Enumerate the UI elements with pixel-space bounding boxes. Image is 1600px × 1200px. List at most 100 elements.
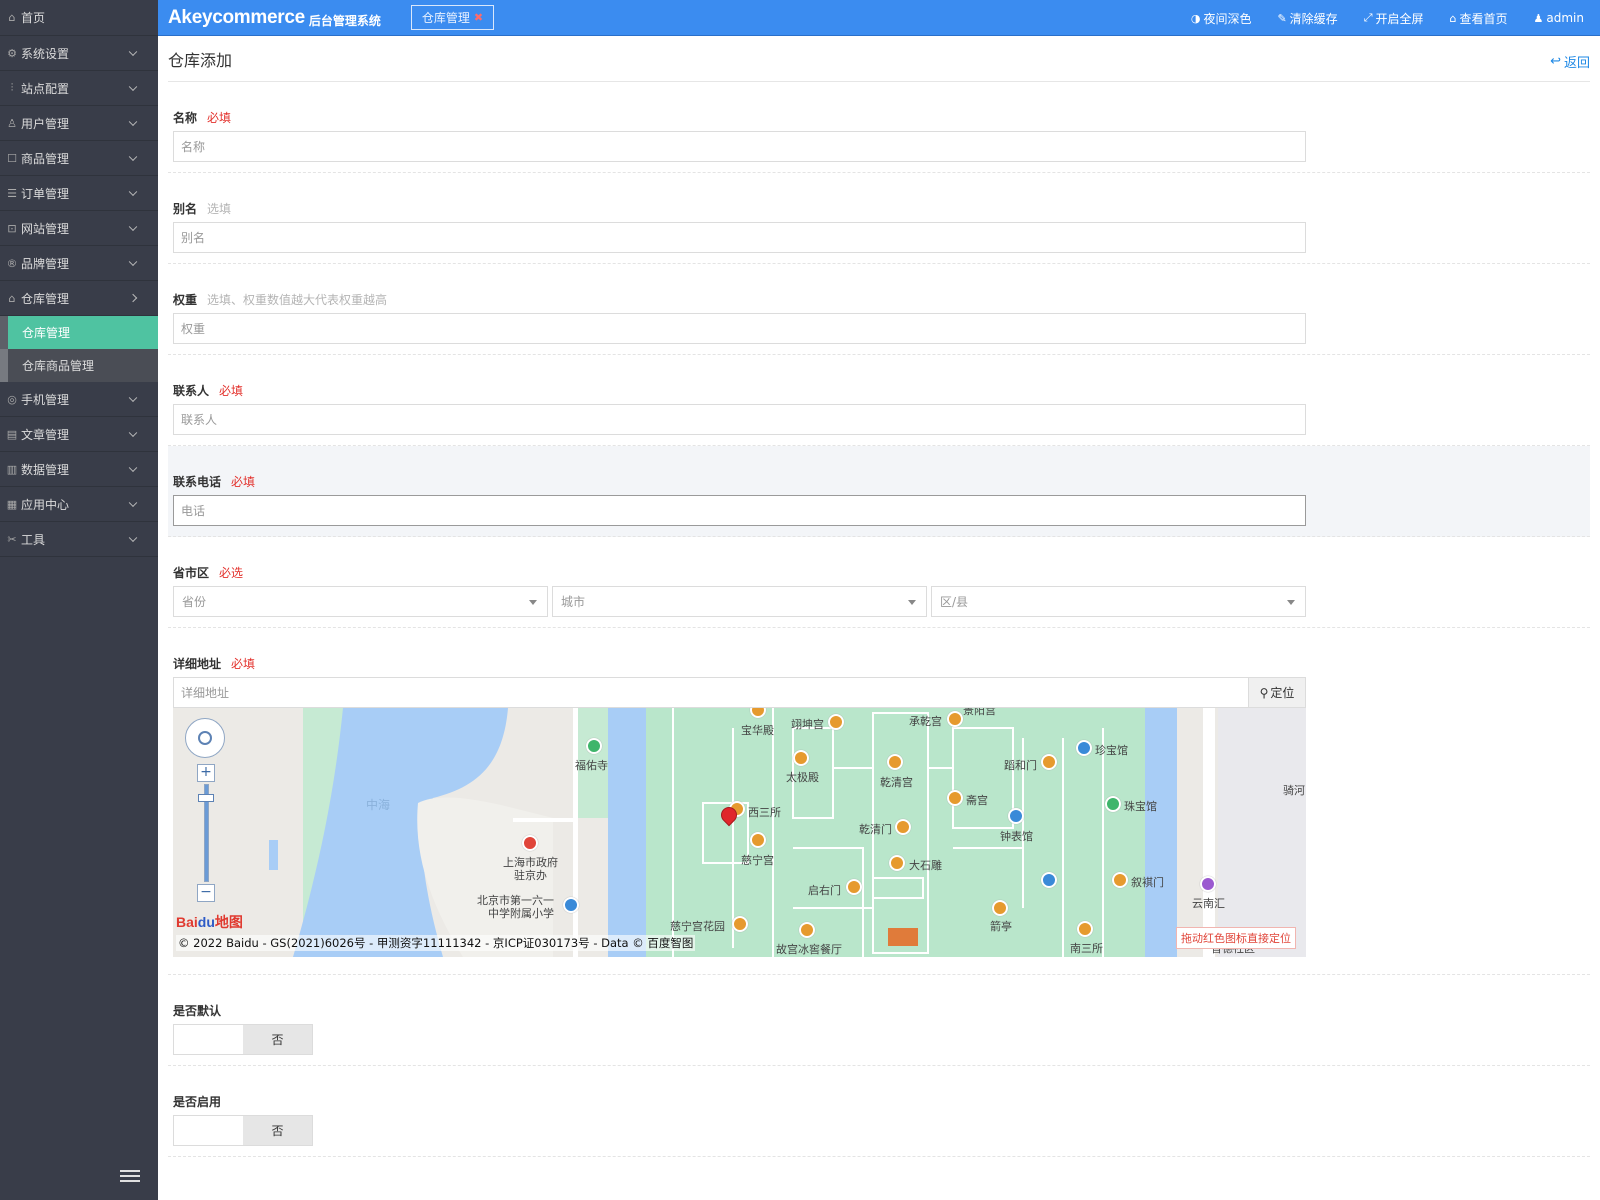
zoom-in-button[interactable]: +: [197, 764, 215, 782]
map-label: 西三所: [748, 806, 781, 819]
header-button[interactable]: ⤢ 开启全屏: [1364, 10, 1424, 27]
sidebar-item[interactable]: ® 品牌管理: [0, 246, 158, 281]
province-select[interactable]: 省份: [173, 586, 548, 617]
sidebar-item[interactable]: ⫶ 站点配置: [0, 71, 158, 106]
district-select[interactable]: 区/县: [931, 586, 1306, 617]
map-pan-control[interactable]: [185, 718, 225, 758]
map-label: 叙褀门: [1131, 876, 1164, 889]
default-switch-label: 否: [243, 1025, 312, 1054]
alias-input[interactable]: 别名: [173, 222, 1306, 253]
chevron-down-icon: [128, 428, 138, 438]
contact-input[interactable]: 联系人: [173, 404, 1306, 435]
sidebar-toggle-icon[interactable]: [120, 1170, 140, 1186]
header-button[interactable]: ✎ 清除缓存: [1277, 10, 1337, 27]
map-label: 宝华殿: [741, 724, 774, 737]
sidebar-item[interactable]: ⚙ 系统设置: [0, 36, 158, 71]
museum-icon: [1041, 872, 1057, 888]
map-label: 钟表馆: [1000, 830, 1033, 843]
sidebar-item[interactable]: ▤ 文章管理: [0, 417, 158, 452]
sidebar-item-label: 用户管理: [21, 116, 70, 131]
contact-field-group: 联系人 必填 联系人: [168, 355, 1590, 446]
sidebar-item[interactable]: ◎ 手机管理: [0, 382, 158, 417]
sidebar-item[interactable]: ☰ 订单管理: [0, 176, 158, 211]
header-button[interactable]: ◑ 夜间深色: [1191, 10, 1252, 27]
main-content: 仓库添加 ↩ 返回 名称 必填 名称 别名 选填 别名 权重 选填、权重数值越大代表权…: [158, 36, 1600, 1200]
close-icon[interactable]: ✖: [474, 11, 483, 24]
sidebar-item[interactable]: ✂ 工具: [0, 522, 158, 557]
museum-icon: [1105, 796, 1121, 812]
header-button-label: 清除缓存: [1289, 11, 1338, 26]
user-icon: ♙: [7, 116, 17, 130]
sidebar-item[interactable]: ♙ 用户管理: [0, 106, 158, 141]
header-button-label: 开启全屏: [1375, 11, 1424, 26]
header-button[interactable]: ♟ admin: [1534, 11, 1584, 25]
switch-track: [174, 1025, 243, 1054]
zoom-slider-handle[interactable]: [198, 794, 214, 802]
enabled-label: 是否启用: [173, 1095, 222, 1109]
palace-icon: [895, 819, 911, 835]
sidebar-item-label: 订单管理: [21, 186, 70, 201]
header-button[interactable]: ⌂ 查看首页: [1450, 10, 1508, 27]
brush-icon: ✎: [1277, 11, 1287, 25]
brand-logo: Akeycommerce: [168, 6, 305, 28]
palace-icon: [828, 714, 844, 730]
alias-field-group: 别名 选填 别名: [168, 173, 1590, 264]
zoom-out-button[interactable]: −: [197, 884, 215, 902]
sidebar-subitem[interactable]: 仓库管理: [0, 316, 158, 349]
required-tip: 必选: [219, 566, 244, 580]
page-title: 仓库添加: [168, 50, 233, 70]
enabled-switch[interactable]: 否: [173, 1115, 313, 1146]
phone-label: 联系电话: [173, 475, 222, 489]
weight-input[interactable]: 权重: [173, 313, 1306, 344]
map-label: 太极殿: [786, 771, 819, 784]
city-select[interactable]: 城市: [552, 586, 927, 617]
museum-icon: [1076, 740, 1092, 756]
sidebar-item-label: 数据管理: [21, 462, 70, 477]
map-pin-icon: ⚲: [1259, 685, 1269, 700]
required-tip: 必填: [231, 657, 256, 671]
sliders-icon: ⫶: [10, 81, 14, 94]
phone-input[interactable]: 电话: [173, 495, 1306, 526]
default-label: 是否默认: [173, 1004, 222, 1018]
chevron-down-icon: [128, 498, 138, 508]
city-value: 城市: [561, 595, 586, 609]
park-icon: [586, 738, 602, 754]
sidebar-item[interactable]: ⊡ 网站管理: [0, 211, 158, 246]
logo-suffix: 地图: [214, 914, 243, 930]
goods-icon: ☐: [7, 151, 17, 165]
chevron-down-icon: [128, 82, 138, 92]
enabled-field-group: 是否启用 否: [168, 1066, 1590, 1157]
required-tip: 必填: [219, 384, 244, 398]
map-label: 珍宝馆: [1095, 744, 1128, 757]
sidebar-item[interactable]: ▦ 应用中心: [0, 487, 158, 522]
sidebar-subitem[interactable]: 仓库商品管理: [0, 349, 158, 382]
address-input[interactable]: 详细地址: [173, 677, 1249, 708]
map-label: 中海: [366, 798, 391, 812]
article-icon: ▤: [6, 427, 18, 441]
locate-button[interactable]: ⚲ 定位: [1249, 677, 1306, 708]
map-label: 承乾宫: [909, 715, 942, 728]
sidebar-item[interactable]: ⌂ 仓库管理: [0, 281, 158, 316]
sidebar-item[interactable]: ▥ 数据管理: [0, 452, 158, 487]
sidebar-item-label: 应用中心: [21, 497, 70, 512]
sidebar-item[interactable]: ☐ 商品管理: [0, 141, 158, 176]
back-button[interactable]: ↩ 返回: [1550, 52, 1590, 71]
enabled-switch-label: 否: [243, 1116, 312, 1145]
chevron-down-icon: [128, 117, 138, 127]
palace-icon: [793, 750, 809, 766]
name-input[interactable]: 名称: [173, 131, 1306, 162]
palace-icon: [1041, 754, 1057, 770]
chevron-down-icon: [128, 47, 138, 57]
order-icon: ☰: [7, 186, 17, 200]
sidebar-item[interactable]: ⌂ 首页: [0, 0, 158, 36]
optional-tip: 选填: [207, 202, 232, 216]
map-label: 乾清宫: [880, 776, 913, 789]
sidebar-item-label: 品牌管理: [21, 256, 70, 271]
default-switch[interactable]: 否: [173, 1024, 313, 1055]
default-field-group: 是否默认 否: [168, 975, 1590, 1066]
tab-warehouse[interactable]: 仓库管理 ✖: [410, 5, 495, 30]
home-icon: ⌂: [1449, 11, 1457, 25]
chevron-down-icon: [128, 152, 138, 162]
baidu-map[interactable]: 中海 福佑寺 上海市政府 驻京办 北京市第一六一 中学附属小学 宝华殿 翊坤宫 …: [173, 708, 1306, 957]
palace-icon: [889, 855, 905, 871]
